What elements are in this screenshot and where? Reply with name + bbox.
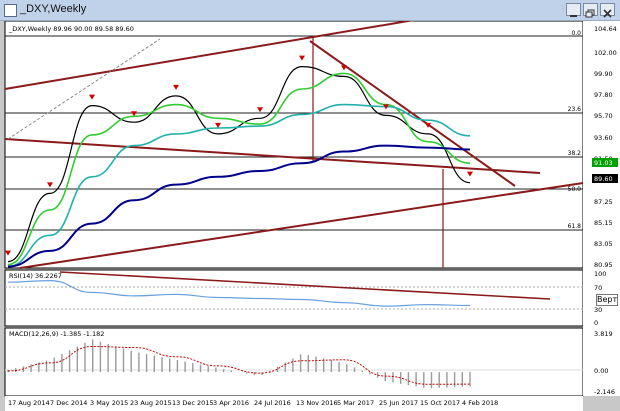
price-tick: 83.05 — [594, 240, 613, 248]
fib-label: 23.6 — [568, 106, 582, 113]
rsi-tick: 70 — [594, 284, 602, 292]
minimize-icon[interactable] — [566, 3, 581, 17]
time-tick: 13 Dec 2015 — [172, 399, 214, 407]
time-tick: 3 May 2015 — [90, 399, 128, 407]
chart-area[interactable]: _DXY,Weekly 89.96 90.00 89.58 89.60 0.0 … — [0, 21, 620, 411]
price-tick: 102.00 — [594, 49, 617, 57]
price-tick: 93.60 — [594, 134, 613, 142]
close-icon[interactable] — [600, 3, 615, 18]
time-tick: 23 Aug 2015 — [130, 399, 172, 407]
restore-icon[interactable] — [583, 3, 598, 18]
time-tick: 13 Nov 2016 — [296, 399, 338, 407]
price-tick: 97.80 — [594, 91, 613, 99]
macd-panel — [4, 327, 584, 397]
price-panel-header: _DXY,Weekly 89.96 90.00 89.58 89.60 — [8, 25, 134, 33]
marker-price: 91.03 — [594, 159, 613, 167]
macd-tick: 3.819 — [594, 330, 613, 338]
price-tick: 104.64 — [594, 25, 617, 33]
fib-label: 61.8 — [568, 223, 582, 230]
time-tick: 15 Oct 2017 — [420, 399, 460, 407]
rsi-tick: 30 — [594, 306, 602, 314]
rsi-header: RSI(14) 36.2267 — [9, 272, 62, 280]
time-tick: 3 Apr 2016 — [213, 399, 249, 407]
time-axis-labels: 17 Aug 2014 7 Dec 2014 3 May 2015 23 Aug… — [8, 399, 498, 407]
macd-header: MACD(12,26,9) -1.385 -1.182 — [9, 330, 104, 338]
chart-window: _DXY,Weekly _DXY,Weekly 89.96 90.00 89.5… — [0, 0, 620, 411]
macd-tick: 0.00 — [594, 367, 608, 375]
macd-tick: -2.146 — [594, 388, 615, 396]
price-tick: 95.70 — [594, 112, 613, 120]
title-bar[interactable]: _DXY,Weekly — [0, 0, 620, 21]
window-title: _DXY,Weekly — [20, 3, 87, 15]
price-tick: 85.15 — [594, 219, 613, 227]
vertical-line-tab[interactable]: Вертик — [596, 294, 618, 306]
time-tick: 7 Dec 2014 — [50, 399, 87, 407]
fib-label: 38.2 — [568, 150, 582, 157]
price-tick: 87.25 — [594, 198, 613, 206]
time-tick: 4 Feb 2018 — [462, 399, 498, 407]
rsi-tick: 0 — [594, 319, 598, 327]
price-tick: 80.95 — [594, 261, 613, 269]
fib-label: 50.0 — [568, 186, 582, 193]
rsi-tick: 100 — [594, 270, 606, 278]
time-tick: 17 Aug 2014 — [8, 399, 50, 407]
price-tick: 99.90 — [594, 70, 613, 78]
time-tick: 24 Jul 2016 — [254, 399, 291, 407]
fib-label: 0.0 — [571, 30, 581, 37]
time-tick: 5 Mar 2017 — [337, 399, 374, 407]
time-tick: 25 Jun 2017 — [379, 399, 418, 407]
current-price: 89.60 — [594, 175, 613, 183]
rsi-panel — [4, 269, 584, 327]
chart-window-icon — [4, 4, 17, 17]
